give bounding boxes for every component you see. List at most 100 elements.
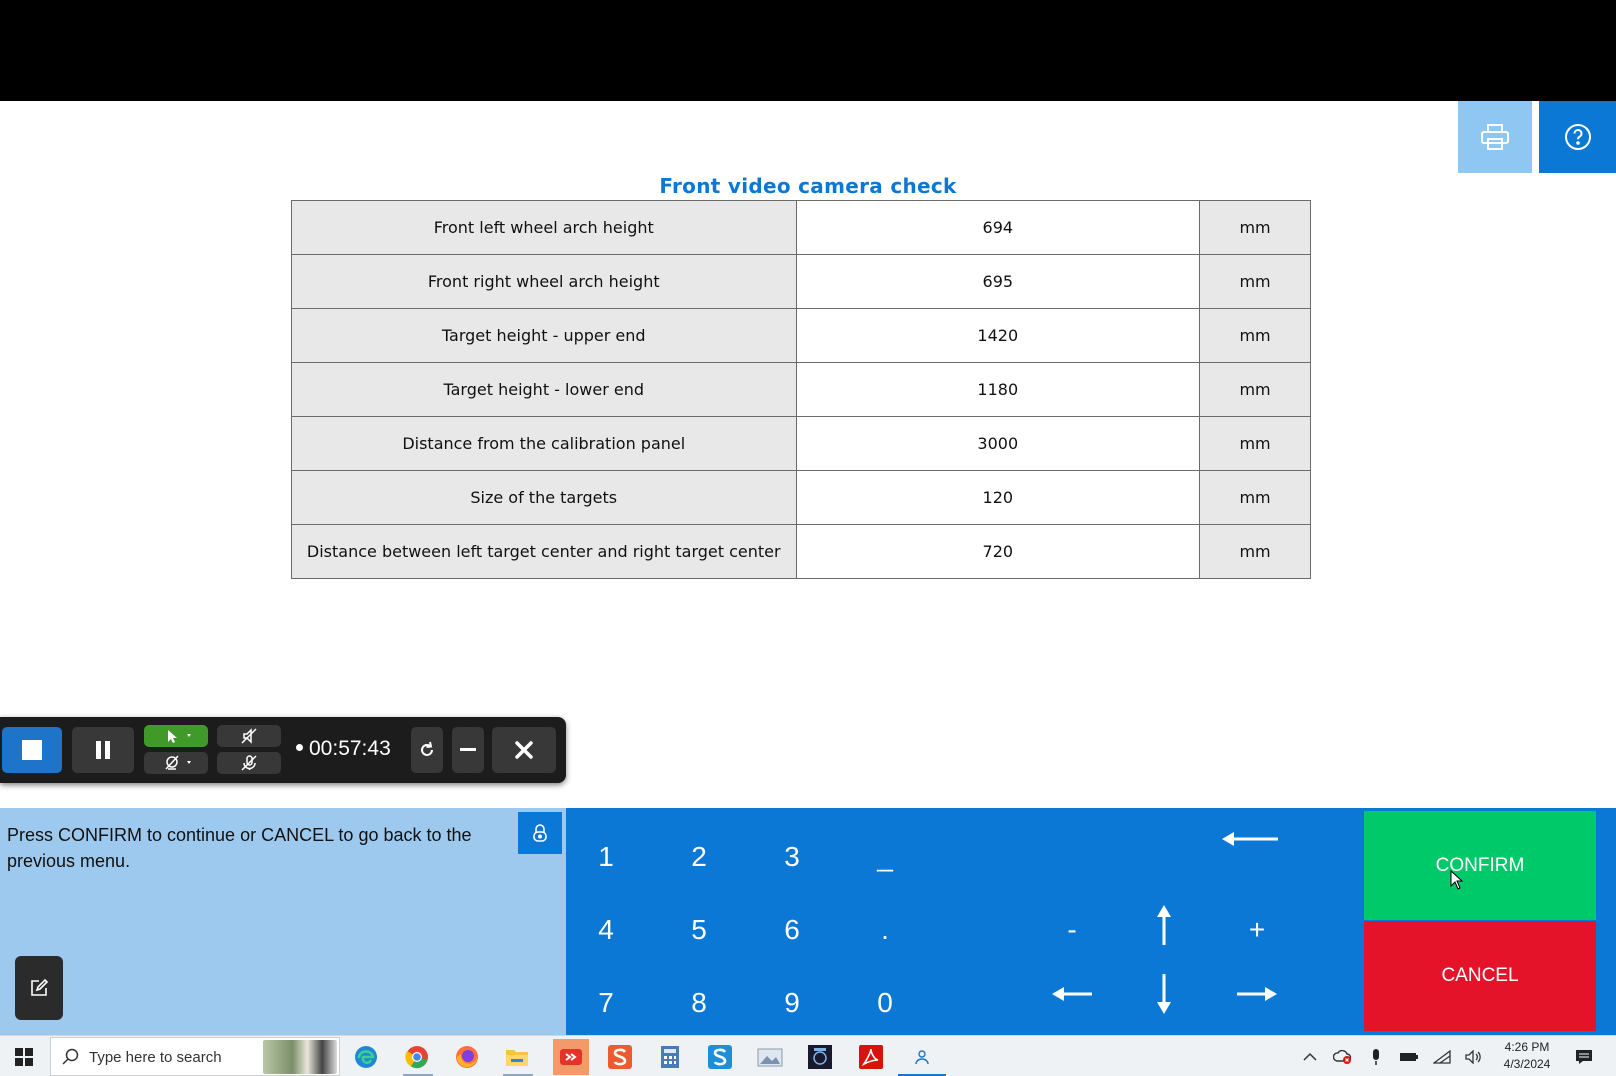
- taskbar-acrobat[interactable]: [857, 1043, 885, 1071]
- table-row: Distance between left target center and …: [291, 524, 1311, 579]
- s-app-icon: [608, 1045, 632, 1069]
- row-value[interactable]: 694: [795, 200, 1201, 255]
- picture-viewer-icon: [757, 1048, 783, 1067]
- lock-button[interactable]: [518, 812, 562, 854]
- show-hidden-icons-button[interactable]: [1300, 1043, 1320, 1071]
- key-8[interactable]: 8: [669, 978, 729, 1028]
- row-unit: mm: [1199, 254, 1311, 309]
- table-row: Size of the targets 120 mm: [291, 470, 1311, 525]
- row-label: Front right wheel arch height: [291, 254, 797, 309]
- confirm-button[interactable]: CONFIRM: [1364, 811, 1596, 920]
- user-app-icon: [915, 1050, 929, 1065]
- taskbar-clock[interactable]: 4:26 PM 4/3/2024: [1488, 1039, 1566, 1073]
- app-window: Front video camera check Front left whee…: [0, 0, 1616, 1076]
- taskbar-search-box[interactable]: Type here to search: [50, 1037, 340, 1076]
- snagit-icon: [708, 1045, 732, 1069]
- stop-recording-button[interactable]: [2, 727, 62, 773]
- notification-center-button[interactable]: [1572, 1043, 1596, 1071]
- taskbar-file-explorer[interactable]: [503, 1043, 531, 1071]
- remote-app-icon: [560, 1049, 582, 1065]
- key-7[interactable]: 7: [576, 978, 636, 1028]
- taskbar-app-s[interactable]: [606, 1043, 634, 1071]
- backspace-key[interactable]: [1221, 814, 1281, 864]
- key-underscore[interactable]: _: [855, 832, 915, 882]
- speaker-icon: [1465, 1050, 1481, 1064]
- tray-volume[interactable]: [1462, 1043, 1484, 1071]
- key-2[interactable]: 2: [669, 832, 729, 882]
- taskbar-firefox[interactable]: [453, 1043, 481, 1071]
- cancel-button[interactable]: CANCEL: [1364, 921, 1596, 1031]
- row-value[interactable]: 720: [795, 524, 1201, 579]
- recording-dot-icon: [296, 743, 303, 751]
- key-5[interactable]: 5: [669, 905, 729, 955]
- taskbar-edge[interactable]: [352, 1043, 380, 1071]
- taskbar-photos[interactable]: [756, 1043, 784, 1071]
- webcam-toggle-button[interactable]: [144, 752, 208, 774]
- chevron-up-icon: [1303, 1052, 1317, 1061]
- chrome-icon: [405, 1046, 428, 1069]
- tray-cloud[interactable]: [1332, 1043, 1354, 1071]
- microphone-toggle-button[interactable]: [217, 752, 281, 774]
- parameters-table: Front left wheel arch height 694 mm Fron…: [291, 200, 1311, 579]
- table-row: Target height - upper end 1420 mm: [291, 308, 1311, 363]
- tray-battery[interactable]: [1398, 1043, 1420, 1071]
- taskbar-active-app[interactable]: [908, 1043, 936, 1071]
- table-row: Front right wheel arch height 695 mm: [291, 254, 1311, 309]
- row-value[interactable]: 120: [795, 470, 1201, 525]
- arrow-right-icon: [1237, 987, 1277, 1001]
- print-button[interactable]: [1458, 101, 1532, 173]
- question-mark-icon: [1564, 124, 1591, 150]
- row-label: Target height - lower end: [291, 362, 797, 417]
- key-minus[interactable]: -: [1042, 905, 1102, 955]
- tray-network[interactable]: [1431, 1043, 1453, 1071]
- cursor-toggle-button[interactable]: [144, 725, 208, 747]
- folder-icon: [506, 1050, 528, 1066]
- key-decimal[interactable]: .: [855, 905, 915, 955]
- key-0[interactable]: 0: [855, 978, 915, 1028]
- taskbar-calculator[interactable]: [656, 1043, 684, 1071]
- taskbar-skype-app[interactable]: [706, 1043, 734, 1071]
- row-label: Distance from the calibration panel: [291, 416, 797, 471]
- arrow-up-key[interactable]: [1134, 900, 1194, 950]
- help-button[interactable]: [1539, 101, 1616, 173]
- key-4[interactable]: 4: [576, 905, 636, 955]
- minimize-icon: [460, 748, 476, 751]
- taskbar-app-remote[interactable]: [553, 1039, 589, 1075]
- close-recorder-button[interactable]: [492, 727, 556, 773]
- stop-icon: [22, 740, 42, 760]
- key-3[interactable]: 3: [762, 832, 822, 882]
- arrow-right-key[interactable]: [1227, 969, 1287, 1019]
- speaker-muted-icon: [241, 728, 257, 744]
- arrow-left-key[interactable]: [1042, 969, 1102, 1019]
- annotate-button[interactable]: [15, 956, 63, 1020]
- taskbar-chrome[interactable]: [403, 1043, 431, 1071]
- pdf-icon: [859, 1045, 883, 1069]
- microphone-muted-icon: [241, 755, 257, 771]
- pause-recording-button[interactable]: [72, 727, 134, 773]
- dark-app-icon: [808, 1045, 832, 1069]
- notification-icon: [1576, 1050, 1592, 1064]
- arrow-up-icon: [1157, 905, 1171, 945]
- row-value[interactable]: 695: [795, 254, 1201, 309]
- row-value[interactable]: 1180: [795, 362, 1201, 417]
- row-value[interactable]: 3000: [795, 416, 1201, 471]
- start-button[interactable]: [10, 1043, 38, 1071]
- windows-logo-icon: [15, 1048, 33, 1066]
- printer-icon: [1481, 124, 1509, 150]
- arrow-down-key[interactable]: [1134, 969, 1194, 1019]
- row-label: Size of the targets: [291, 470, 797, 525]
- taskbar-app-dark[interactable]: [806, 1043, 834, 1071]
- key-6[interactable]: 6: [762, 905, 822, 955]
- system-audio-toggle-button[interactable]: [217, 725, 281, 747]
- key-plus[interactable]: +: [1227, 905, 1287, 955]
- key-1[interactable]: 1: [576, 832, 636, 882]
- row-unit: mm: [1199, 308, 1311, 363]
- minimize-recorder-button[interactable]: [452, 727, 484, 773]
- clock-date: 4/3/2024: [1503, 1057, 1551, 1071]
- row-label: Distance between left target center and …: [291, 524, 797, 579]
- top-bar: [0, 0, 1616, 101]
- row-value[interactable]: 1420: [795, 308, 1201, 363]
- restart-recording-button[interactable]: [411, 727, 443, 773]
- tray-microphone[interactable]: [1366, 1043, 1386, 1071]
- key-9[interactable]: 9: [762, 978, 822, 1028]
